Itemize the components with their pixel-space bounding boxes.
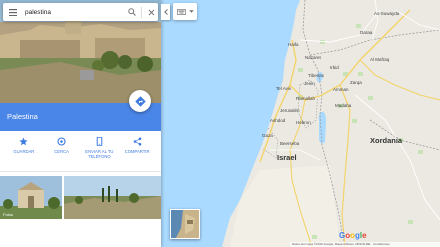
search-box[interactable]: palestina xyxy=(3,3,158,21)
city-label: Nazaret xyxy=(305,55,321,60)
park-area xyxy=(408,220,413,224)
chevron-left-icon xyxy=(163,9,168,15)
photo-thumbnail[interactable]: Fotos xyxy=(0,176,62,219)
map-layers-button[interactable] xyxy=(173,3,197,20)
park-area xyxy=(368,96,373,100)
city-label: Gaza xyxy=(262,133,273,138)
country-label-israel: Israel xyxy=(277,153,297,162)
city-label: Haifa xyxy=(288,42,299,47)
place-panel: palestina Palestina Indicaciones GUARDAR… xyxy=(0,0,161,247)
send-to-phone-button[interactable]: ENVIAR AL TU TELÉFONO xyxy=(82,137,116,171)
city-label: Jenin xyxy=(304,81,315,86)
park-area xyxy=(298,68,303,72)
nearby-label: CERCA xyxy=(54,149,69,154)
city-label: Hebron xyxy=(296,120,311,125)
park-area xyxy=(358,72,363,76)
city-label: Tel Aviv xyxy=(276,86,292,91)
search-input[interactable]: palestina xyxy=(25,9,125,16)
city-label: Beerseba xyxy=(280,141,300,146)
photo-label: Fotos xyxy=(3,212,14,217)
satellite-view-thumbnail[interactable] xyxy=(170,209,200,239)
city-label: Zarqa xyxy=(350,80,362,85)
nearby-button[interactable]: CERCA xyxy=(45,137,79,171)
google-logo: Google xyxy=(339,231,367,240)
city-label: Al Mafraq xyxy=(370,57,390,62)
city-label: Amman xyxy=(333,87,349,92)
landscape-photo xyxy=(64,176,161,219)
country-label-jordan: Xordania xyxy=(370,136,403,145)
directions-button[interactable] xyxy=(129,90,151,112)
directions-label: Indicaciones xyxy=(127,223,150,228)
share-button[interactable]: COMPARTIR xyxy=(120,137,154,171)
star-icon xyxy=(19,137,28,146)
pin-icon xyxy=(57,137,66,146)
place-title: Palestina xyxy=(7,112,38,121)
section-divider xyxy=(0,171,161,172)
save-button[interactable]: GUARDAR xyxy=(7,137,41,171)
menu-icon[interactable] xyxy=(6,3,20,21)
satellite-image xyxy=(171,210,199,238)
place-actions: GUARDAR CERCA ENVIAR AL TU TELÉFONO COMP… xyxy=(0,131,161,171)
park-area xyxy=(352,119,357,123)
chevron-down-icon xyxy=(188,10,194,13)
save-label: GUARDAR xyxy=(13,149,35,154)
collapse-panel-button[interactable] xyxy=(161,4,170,20)
city-label: As-Suwayda xyxy=(374,11,400,16)
send-to-phone-label: ENVIAR AL TU TELÉFONO xyxy=(85,149,114,159)
share-label: COMPARTIR xyxy=(124,149,150,154)
park-area xyxy=(312,235,317,239)
city-label: Jerusalén xyxy=(280,108,300,113)
photo-strip: Fotos xyxy=(0,176,161,219)
city-label: Tiberias xyxy=(308,73,324,78)
park-area xyxy=(356,24,361,28)
city-label: Ashdod xyxy=(270,118,286,123)
close-icon[interactable] xyxy=(144,3,158,21)
keyboard-icon xyxy=(176,8,186,15)
search-divider xyxy=(141,6,142,18)
city-label: Daraa xyxy=(360,30,373,35)
photo-thumbnail[interactable] xyxy=(64,176,161,219)
city-label: Irbid xyxy=(330,65,339,70)
share-icon xyxy=(133,137,141,146)
directions-icon xyxy=(134,95,146,107)
phone-icon xyxy=(96,137,103,146)
search-icon[interactable] xyxy=(125,3,139,21)
city-label: Madaba xyxy=(335,103,352,108)
map-attribution: Datos del mapa ©2019 Google, Mapa GISrae… xyxy=(290,242,440,247)
city-label: Ramallah xyxy=(296,96,316,101)
park-area xyxy=(418,150,423,154)
